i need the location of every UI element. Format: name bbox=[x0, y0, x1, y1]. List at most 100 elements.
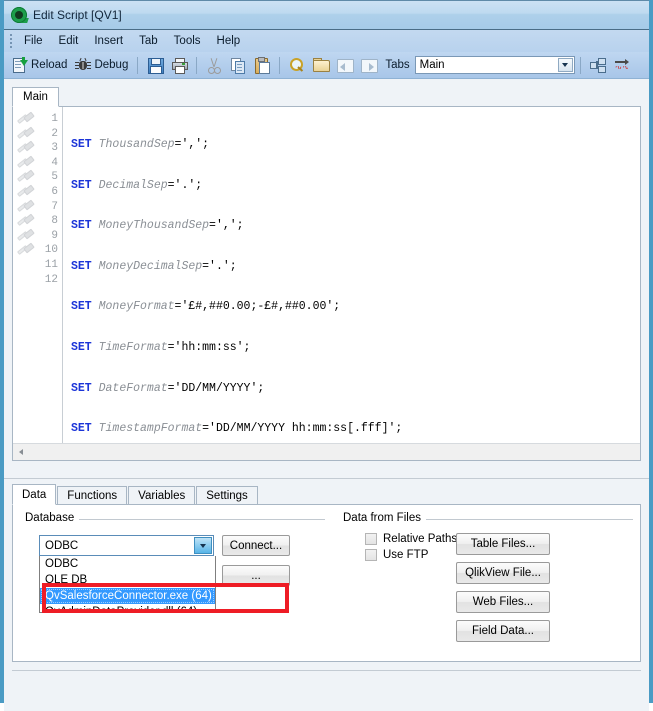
script-tab-main[interactable]: Main bbox=[12, 87, 59, 107]
script-text[interactable]: SET ThousandSep=','; SET DecimalSep='.';… bbox=[63, 107, 640, 443]
debug-button[interactable]: Debug bbox=[71, 54, 132, 76]
forward-button[interactable] bbox=[357, 54, 381, 76]
line-number: 8 bbox=[51, 215, 58, 228]
line-number: 12 bbox=[44, 273, 58, 286]
script-variable: MoneyDecimalSep bbox=[98, 259, 203, 273]
tab-variables[interactable]: Variables bbox=[128, 486, 196, 505]
title-bar: Edit Script [QV1] bbox=[4, 0, 649, 30]
debug-icon bbox=[75, 57, 92, 73]
tab-settings-label: Settings bbox=[206, 489, 248, 502]
back-button[interactable] bbox=[333, 54, 357, 76]
tab-settings[interactable]: Settings bbox=[196, 486, 258, 505]
script-value: ='.'; bbox=[167, 178, 203, 192]
script-variable: DateFormat bbox=[98, 381, 168, 395]
tab-data[interactable]: Data bbox=[12, 484, 57, 505]
toolbar-separator bbox=[137, 56, 139, 74]
back-icon bbox=[337, 57, 355, 73]
script-variable: MoneyFormat bbox=[98, 300, 175, 314]
script-keyword: SET bbox=[71, 138, 92, 151]
field-data-label: Field Data... bbox=[472, 625, 534, 637]
line-number: 6 bbox=[51, 185, 58, 198]
table-files-button[interactable]: Table Files... bbox=[456, 533, 550, 555]
toolbar-separator bbox=[196, 56, 198, 74]
chevron-down-icon[interactable] bbox=[194, 537, 212, 554]
script-tab-bar: Main bbox=[12, 87, 641, 107]
cut-icon bbox=[206, 57, 222, 74]
qlikview-file-button[interactable]: QlikView File... bbox=[456, 562, 550, 584]
panel-splitter[interactable] bbox=[4, 470, 649, 479]
menu-grip-handle[interactable] bbox=[7, 33, 14, 49]
hammer-icon bbox=[13, 228, 39, 244]
line-number-gutter: 1 2 3 4 5 6 7 8 9 10 11 12 bbox=[39, 107, 63, 443]
database-dropdown-list[interactable]: ODBC OLE DB QvSalesforceConnector.exe (6… bbox=[39, 556, 216, 613]
reload-button[interactable]: Reload bbox=[8, 54, 71, 76]
dropdown-option-qvadmindataprovider[interactable]: QvAdminDataProvider.dll (64) bbox=[40, 604, 215, 612]
script-value: ='DD/MM/YYYY hh:mm:ss[.fff]'; bbox=[202, 422, 403, 436]
tab-functions[interactable]: Functions bbox=[57, 486, 128, 505]
tab-functions-label: Functions bbox=[67, 489, 118, 502]
select-button[interactable]: ... bbox=[222, 565, 290, 586]
print-button[interactable] bbox=[167, 54, 191, 76]
script-editor-area: Main 1 2 3 4 5 6 7 8 9 10 11 12 SET Thou… bbox=[4, 79, 649, 470]
toolbar-separator bbox=[579, 56, 581, 74]
cut-button[interactable] bbox=[202, 54, 226, 76]
hammer-icon bbox=[13, 199, 39, 215]
tab-variables-label: Variables bbox=[138, 489, 186, 502]
use-ftp-label: Use FTP bbox=[383, 549, 429, 561]
debug-label: Debug bbox=[94, 59, 129, 71]
dropdown-option-odbc[interactable]: ODBC bbox=[40, 556, 215, 572]
code-body[interactable]: 1 2 3 4 5 6 7 8 9 10 11 12 SET ThousandS… bbox=[13, 107, 640, 443]
chevron-down-icon[interactable] bbox=[557, 58, 573, 72]
scroll-left-icon[interactable] bbox=[13, 444, 29, 460]
use-ftp-checkbox-row[interactable]: Use FTP bbox=[365, 549, 457, 561]
menu-item-help[interactable]: Help bbox=[209, 32, 249, 51]
copy-button[interactable] bbox=[226, 54, 250, 76]
script-variable: MoneyThousandSep bbox=[98, 219, 210, 233]
script-keyword: SET bbox=[71, 259, 92, 273]
line-number: 10 bbox=[44, 244, 58, 257]
database-combobox[interactable]: ODBC bbox=[39, 535, 214, 556]
menu-item-tools[interactable]: Tools bbox=[166, 32, 209, 51]
script-line: SET MoneyThousandSep=','; bbox=[71, 219, 640, 234]
field-data-button[interactable]: Field Data... bbox=[456, 620, 550, 642]
use-ftp-checkbox[interactable] bbox=[365, 549, 377, 561]
menu-item-tab[interactable]: Tab bbox=[131, 32, 166, 51]
web-files-label: Web Files... bbox=[472, 596, 534, 608]
find-button[interactable] bbox=[285, 54, 309, 76]
goto-button[interactable]: ∿∿∿ bbox=[610, 54, 634, 76]
web-files-button[interactable]: Web Files... bbox=[456, 591, 550, 613]
menu-item-file[interactable]: File bbox=[16, 32, 51, 51]
script-value: ='hh:mm:ss'; bbox=[167, 340, 251, 354]
line-number: 7 bbox=[51, 200, 58, 213]
horizontal-scrollbar[interactable] bbox=[13, 443, 640, 460]
line-number: 9 bbox=[51, 229, 58, 242]
folder-icon bbox=[313, 57, 331, 73]
forward-icon bbox=[361, 57, 379, 73]
hammer-icon bbox=[13, 213, 39, 229]
script-line: SET TimestampFormat='DD/MM/YYYY hh:mm:ss… bbox=[71, 422, 640, 437]
script-keyword: SET bbox=[71, 422, 92, 436]
dropdown-option-oledb[interactable]: OLE DB bbox=[40, 572, 215, 588]
qlikview-file-label: QlikView File... bbox=[465, 567, 541, 579]
paste-button[interactable] bbox=[250, 54, 274, 76]
open-folder-button[interactable] bbox=[309, 54, 333, 76]
breakpoint-gutter[interactable] bbox=[13, 107, 39, 443]
connect-button[interactable]: Connect... bbox=[222, 535, 290, 556]
menu-item-insert[interactable]: Insert bbox=[86, 32, 131, 51]
menu-item-edit[interactable]: Edit bbox=[51, 32, 87, 51]
tab-order-button[interactable] bbox=[586, 54, 610, 76]
line-number: 11 bbox=[44, 258, 58, 271]
save-button[interactable] bbox=[143, 54, 167, 76]
relative-paths-checkbox-row[interactable]: Relative Paths bbox=[365, 533, 457, 545]
status-bar bbox=[12, 670, 641, 711]
relative-paths-checkbox[interactable] bbox=[365, 533, 377, 545]
script-value: =','; bbox=[174, 138, 210, 151]
reload-icon bbox=[12, 57, 28, 73]
tabs-combobox[interactable]: Main bbox=[414, 56, 575, 74]
line-number: 4 bbox=[51, 156, 58, 169]
hammer-icon bbox=[13, 242, 39, 258]
script-keyword: SET bbox=[71, 340, 92, 354]
find-icon bbox=[289, 57, 305, 73]
dropdown-option-qvsalesforceconnector[interactable]: QvSalesforceConnector.exe (64) (Qlik Sal… bbox=[40, 588, 215, 604]
relative-paths-label: Relative Paths bbox=[383, 533, 458, 545]
